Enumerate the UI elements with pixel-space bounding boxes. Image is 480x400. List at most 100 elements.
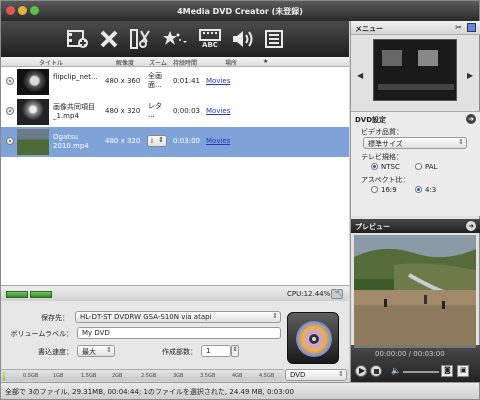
audio-icon: [233, 31, 253, 47]
capacity-tick: 2.5GB: [141, 373, 157, 379]
file-location-link[interactable]: Movies: [206, 77, 230, 86]
save-to-select[interactable]: HL-DT-ST DVDRW GSA-S10N via atapi: [75, 311, 281, 323]
stop-button[interactable]: [370, 365, 382, 377]
delete-button[interactable]: [97, 25, 121, 53]
toolbar: ABC: [1, 21, 349, 57]
preview-timecode: 00:00:00 / 00:03:00: [375, 350, 445, 358]
file-name-line1: 画像共同項目: [53, 103, 95, 111]
clip-button[interactable]: [127, 25, 153, 53]
column-duration[interactable]: 持続時間: [173, 58, 197, 67]
file-location-link[interactable]: Movies: [206, 137, 230, 146]
preview-controls: 00:00:00 / 00:03:00 ▶ 🔈 ◙ ▣: [351, 345, 480, 382]
file-thumbnail: [17, 129, 49, 155]
volume-slider[interactable]: [403, 371, 439, 373]
preview-arrow-icon[interactable]: ➜: [466, 221, 476, 231]
file-resolution: 480 x 320: [105, 107, 141, 115]
file-row[interactable]: 画像共同項目 _1.mp4 480 x 320 レタ... 0:00:03 Mov…: [1, 97, 349, 127]
capacity-tick: 4GB: [232, 373, 243, 379]
enable-indicator-icon[interactable]: [6, 137, 14, 145]
effect-icon: [163, 31, 187, 45]
audio-button[interactable]: [229, 25, 255, 53]
enable-indicator-icon[interactable]: [6, 107, 14, 115]
pal-radio[interactable]: [415, 163, 422, 170]
menu-thumb: [382, 50, 402, 66]
preview-title: プレビュー: [355, 223, 390, 231]
column-zoom[interactable]: ズーム: [149, 58, 167, 67]
volume-icon: 🔈: [391, 366, 401, 375]
file-location-link[interactable]: Movies: [206, 107, 230, 116]
dvd-settings: DVD設定 ➜ ビデオ品質： 標準サイズ テレビ規格： NTSC PAL アスペ…: [351, 111, 480, 216]
file-resolution: 480 x 360: [105, 77, 141, 85]
column-title[interactable]: タイトル: [39, 58, 63, 67]
dvd-settings-arrow-icon[interactable]: ➜: [466, 114, 476, 124]
copies-input[interactable]: 1: [201, 345, 231, 357]
dvd-settings-title: DVD設定: [355, 116, 387, 124]
wrench-icon: 🔧: [334, 289, 344, 298]
pal-label: PAL: [425, 163, 438, 171]
file-duration: 0:03:00: [173, 137, 200, 145]
settings-wrench-button[interactable]: 🔧: [331, 289, 344, 299]
aspect-43-radio[interactable]: [415, 186, 422, 193]
copies-stepper[interactable]: ⇕: [231, 345, 239, 357]
chapters-button[interactable]: [261, 25, 287, 53]
file-resolution: 480 x 320: [105, 137, 141, 145]
column-location[interactable]: 場所: [225, 58, 237, 67]
delete-icon: [100, 30, 118, 48]
audio-level-meter-left: [6, 291, 28, 298]
copies-label: 作成部数：: [162, 348, 197, 356]
capacity-tick: 3GB: [173, 373, 184, 379]
menu-navbar: [378, 84, 454, 90]
file-name-line2: _1.mp4: [53, 112, 79, 120]
snapshot-button[interactable]: ◙: [441, 365, 453, 377]
play-button[interactable]: ▶: [355, 365, 367, 377]
file-zoom-line1: 全画: [148, 72, 162, 80]
enable-indicator-icon[interactable]: [6, 77, 14, 85]
zoom-select[interactable]: i ⇕: [147, 135, 167, 147]
burn-button[interactable]: [287, 312, 339, 364]
write-speed-select[interactable]: 最大: [77, 345, 115, 357]
capacity-tick: 1GB: [53, 373, 64, 379]
file-zoom-line1: レタ: [148, 102, 162, 110]
capacity-tick: 3.5GB: [200, 373, 216, 379]
video-quality-label: ビデオ品質：: [361, 128, 403, 136]
menu-thumb: [418, 50, 438, 66]
menu-template-preview[interactable]: [373, 39, 457, 101]
add-file-icon: [67, 30, 88, 48]
aspect-169-label: 16:9: [381, 186, 397, 194]
menu-edit-icon[interactable]: ✂: [455, 23, 462, 32]
file-duration: 0:01:41: [173, 77, 200, 85]
video-quality-select[interactable]: 標準サイズ: [363, 137, 467, 149]
file-row-selected[interactable]: Ogatsu 2010.mp4 480 x 320 i ⇕ 0:03:00 Movi…: [1, 127, 349, 157]
file-zoom[interactable]: 全画 面...: [148, 72, 162, 90]
subtitle-button[interactable]: ABC: [197, 25, 223, 53]
menu-next-icon[interactable]: ▶: [467, 71, 473, 80]
file-row[interactable]: flipclip_net... 480 x 360 全画 面... 0:01:41…: [1, 67, 349, 97]
ntsc-label: NTSC: [381, 163, 400, 171]
volume-label-label: ボリュームラベル：: [10, 330, 73, 338]
aspect-43-label: 4:3: [425, 186, 437, 194]
list-footer: CPU:12.44% 🔧: [1, 285, 349, 301]
aspect-169-radio[interactable]: [371, 186, 378, 193]
capacity-tick: 4.5GB: [259, 373, 275, 379]
menu-prev-icon[interactable]: ◀: [357, 71, 363, 80]
chapters-icon: [265, 30, 283, 48]
column-resolution[interactable]: 解像度: [116, 58, 134, 67]
effect-button[interactable]: [159, 25, 189, 53]
save-to-label: 保存先：: [41, 314, 69, 322]
burn-disc-icon: [296, 321, 332, 357]
preview-seekbar[interactable]: [354, 345, 476, 348]
cpu-usage: CPU:12.44%: [287, 290, 331, 298]
file-zoom-line2: 面...: [148, 81, 162, 89]
open-folder-button[interactable]: ▣: [457, 365, 469, 377]
add-file-button[interactable]: [65, 25, 91, 53]
subtitle-abc-label: ABC: [202, 41, 218, 49]
capacity-tick: 1.5GB: [81, 373, 97, 379]
file-zoom[interactable]: レタ...: [148, 102, 162, 120]
volume-label-input[interactable]: My DVD: [77, 327, 281, 339]
ntsc-radio[interactable]: [371, 163, 378, 170]
right-panel: メニュー ✂ ◀ ▶ DVD設定 ➜ ビデオ品質： 標準サイズ テレビ規格： N…: [350, 21, 480, 382]
audio-level-meter-right: [30, 291, 52, 298]
menu-template-icon[interactable]: [467, 23, 476, 32]
disc-type-select[interactable]: DVD: [285, 369, 347, 381]
column-star[interactable]: ★: [263, 58, 268, 65]
